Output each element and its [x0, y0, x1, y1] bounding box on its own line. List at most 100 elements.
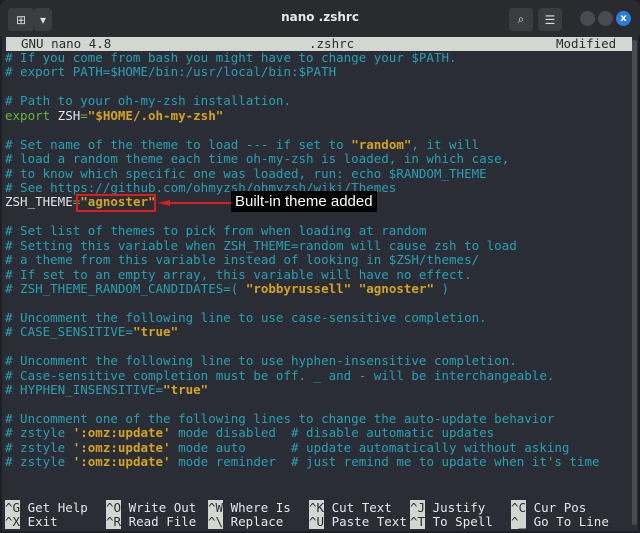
code-token: # CASE_SENSITIVE= — [5, 324, 133, 340]
code-token: # Case-sensitive completion must be off.… — [5, 367, 555, 383]
shortcut-label: Cur Pos — [533, 500, 587, 515]
shortcut-item[interactable]: ^R Read File — [106, 514, 197, 529]
code-line: # a theme from this variable instead of … — [5, 252, 600, 268]
code-line: # ZSH_THEME_RANDOM_CANDIDATES=( "robbyru… — [5, 281, 600, 296]
search-button[interactable]: ⌕ — [509, 8, 533, 31]
modified-status: Modified — [556, 36, 617, 51]
code-token: ':omz:update' — [72, 425, 171, 441]
code-token: mode reminder # just remind me to update… — [170, 454, 600, 470]
code-token: , it will — [411, 136, 480, 152]
terminal[interactable]: GNU nano 4.8 .zshrc Modified # If you co… — [2, 36, 638, 531]
shortcut-item[interactable]: ^X Exit — [5, 514, 58, 529]
scrollbar[interactable] — [632, 40, 637, 525]
nano-version: GNU nano 4.8 — [21, 36, 112, 51]
code-token: ':omz:update' — [72, 454, 171, 470]
shortcut-key: ^C — [511, 500, 527, 515]
close-button[interactable]: x — [616, 11, 631, 26]
code-line: # zstyle ':omz:update' mode reminder # j… — [5, 455, 600, 469]
shortcut-item[interactable]: ^T To Spell — [410, 514, 493, 529]
code-token: # load a random theme each time oh-my-zs… — [5, 151, 510, 167]
code-token: mode disabled # disable automatic update… — [170, 425, 495, 441]
shortcut-label: To Spell — [432, 514, 493, 529]
shortcut-key: ^K — [309, 500, 325, 515]
maximize-button[interactable] — [598, 11, 613, 26]
code-token: # to know which specific one was loaded,… — [5, 165, 487, 181]
code-token: ZSH — [50, 107, 81, 123]
code-token: # ZSH_THEME_RANDOM_CANDIDATES=( — [5, 281, 246, 296]
code-token: "true" — [163, 382, 209, 398]
code-line: # to know which specific one was loaded,… — [5, 165, 600, 181]
code-token: ) — [433, 281, 450, 296]
shortcut-item[interactable]: ^U Paste Text — [309, 514, 407, 529]
shortcut-item[interactable]: ^\ Replace — [208, 514, 283, 529]
shortcut-label: Write Out — [128, 500, 197, 515]
minimize-button[interactable] — [580, 11, 595, 26]
code-token: # export PATH=$HOME/bin:/usr/local/bin:$… — [5, 64, 337, 80]
code-line: # If you come from bash you might have t… — [5, 50, 600, 65]
code-line: # Setting this variable when ZSH_THEME=r… — [5, 238, 600, 253]
arrow-icon — [158, 200, 234, 206]
code-token: # zstyle — [5, 439, 73, 455]
code-token: # Uncomment the following line to use hy… — [5, 353, 517, 369]
shortcut-key: ^O — [106, 500, 122, 515]
code-token: # If you come from bash you might have t… — [5, 50, 457, 65]
code-token: # a theme from this variable instead of … — [5, 252, 480, 268]
code-line: export ZSH="$HOME/.oh-my-zsh" — [5, 107, 600, 123]
shortcut-label: Exit — [27, 514, 58, 529]
code-token: # Set name of the theme to load --- if s… — [5, 136, 352, 152]
shortcut-item[interactable]: ^_ Go To Line — [511, 514, 609, 529]
code-token: # If set to an empty array, this variabl… — [5, 266, 472, 282]
shortcut-label: Justify — [432, 500, 486, 515]
code-line: # zstyle ':omz:update' mode auto # updat… — [5, 439, 600, 455]
close-icon: x — [620, 13, 627, 24]
code-line: # Case-sensitive completion must be off.… — [5, 367, 600, 383]
shortcut-label: Get Help — [27, 500, 88, 515]
code-token: # HYPHEN_INSENSITIVE= — [5, 382, 164, 398]
annotation-label: Built-in theme added — [231, 191, 377, 212]
code-token: "agnoster" — [358, 281, 434, 296]
code-line: # load a random theme each time oh-my-zs… — [5, 151, 600, 167]
code-token: ZSH_THEME — [5, 194, 73, 210]
code-line: # Set name of the theme to load --- if s… — [5, 136, 600, 152]
code-token: # Uncomment one of the following lines t… — [5, 410, 555, 426]
code-token: # zstyle — [5, 425, 73, 441]
shortcut-label: Where Is — [230, 500, 291, 515]
code-line: # Set list of themes to pick from when l… — [5, 224, 600, 238]
shortcut-label: Read File — [128, 514, 197, 529]
code-token: ':omz:update' — [72, 439, 171, 455]
code-token: "true" — [132, 324, 179, 340]
file-name: .zshrc — [309, 36, 355, 51]
code-token: export — [5, 107, 51, 123]
shortcut-key: ^T — [410, 514, 426, 529]
title-bar: ⊞ ▾ nano .zshrc ⌕ ☰ x — [0, 0, 640, 36]
editor-content[interactable]: # If you come from bash you might have t… — [5, 50, 600, 470]
code-token: # zstyle — [5, 454, 73, 470]
highlight-box — [76, 194, 156, 212]
code-line: # CASE_SENSITIVE="true" — [5, 325, 600, 339]
shortcut-key: ^R — [106, 514, 122, 529]
code-token: # Path to your oh-my-zsh installation. — [5, 93, 291, 109]
search-icon: ⌕ — [517, 12, 525, 26]
menu-button[interactable]: ☰ — [538, 8, 562, 31]
code-line: # HYPHEN_INSENSITIVE="true" — [5, 382, 600, 398]
code-token: "robbyrussell" — [245, 281, 352, 296]
code-line: # Uncomment the following line to use hy… — [5, 353, 600, 369]
shortcut-key: ^\ — [208, 514, 224, 529]
shortcut-key: ^U — [309, 514, 325, 529]
shortcut-label: Cut Text — [331, 500, 392, 515]
shortcut-label: Go To Line — [533, 514, 609, 529]
code-line: # If set to an empty array, this variabl… — [5, 266, 600, 282]
shortcut-key: ^_ — [511, 514, 527, 529]
hamburger-icon: ☰ — [544, 12, 556, 27]
code-line: # Uncomment one of the following lines t… — [5, 410, 600, 426]
code-line: # Uncomment the following line to use ca… — [5, 310, 600, 325]
code-token: "$HOME/.oh-my-zsh" — [87, 107, 224, 123]
code-line: # Path to your oh-my-zsh installation. — [5, 94, 600, 108]
shortcut-label: Paste Text — [331, 514, 407, 529]
